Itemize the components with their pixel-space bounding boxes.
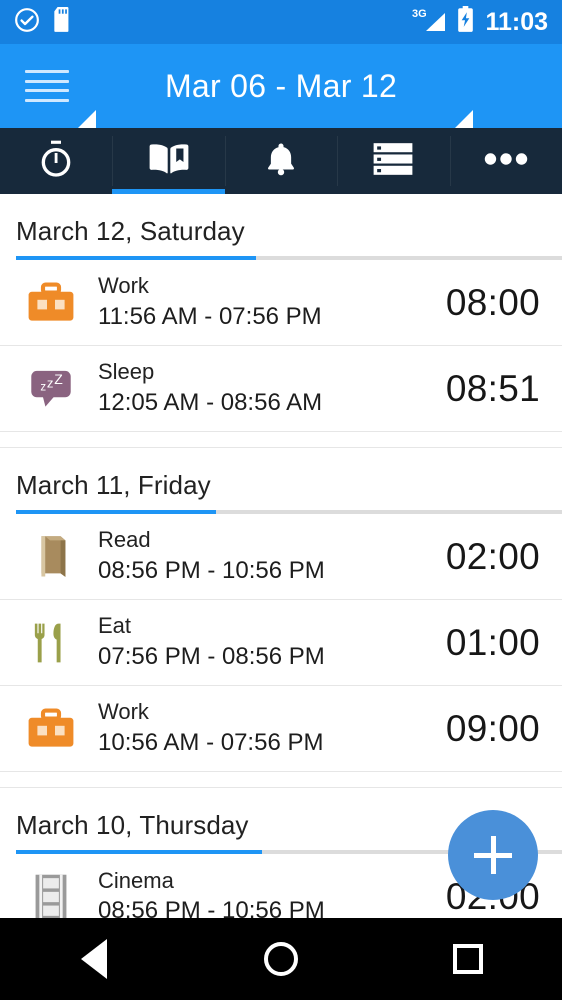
section-divider <box>0 772 562 788</box>
tab-more[interactable] <box>450 128 562 194</box>
bell-icon <box>262 139 300 184</box>
svg-text:z: z <box>40 381 46 393</box>
nav-back-button[interactable] <box>49 918 139 1000</box>
entry-row[interactable]: z z Z Sleep 12:05 AM - 08:56 AM 08:51 <box>0 346 562 432</box>
hamburger-menu-icon[interactable] <box>25 68 69 104</box>
section-divider <box>0 432 562 448</box>
signal-icon: 3G <box>412 7 446 38</box>
sd-card-icon <box>52 7 74 38</box>
film-strip-icon <box>22 868 80 918</box>
entry-list[interactable]: March 12, Saturday Work 11:56 AM - 07:56… <box>0 194 562 918</box>
entry-title: Sleep <box>98 359 436 385</box>
add-entry-fab[interactable] <box>448 810 538 900</box>
status-bar-right-icons: 3G 11:03 <box>412 6 548 38</box>
sleep-icon: z z Z <box>22 360 80 418</box>
plus-icon-vertical <box>491 836 496 874</box>
entry-time-range: 08:56 PM - 10:56 PM <box>98 555 436 586</box>
recents-square-icon <box>453 944 483 974</box>
tab-list[interactable] <box>337 128 449 194</box>
battery-charging-icon <box>456 6 475 38</box>
entry-duration: 01:00 <box>436 622 540 664</box>
status-bar: 3G 11:03 <box>0 0 562 44</box>
entry-duration: 02:00 <box>436 536 540 578</box>
list-icon <box>372 141 414 182</box>
entry-text: Sleep 12:05 AM - 08:56 AM <box>80 359 436 418</box>
entry-title: Work <box>98 273 436 299</box>
svg-text:z: z <box>47 375 54 390</box>
tab-alarm[interactable] <box>225 128 337 194</box>
entry-duration: 09:00 <box>436 708 540 750</box>
stopwatch-icon <box>36 139 76 184</box>
entry-row[interactable]: Work 10:56 AM - 07:56 PM 09:00 <box>0 686 562 772</box>
entry-duration: 08:00 <box>436 282 540 324</box>
left-range-marker-icon <box>78 110 96 128</box>
entry-text: Eat 07:56 PM - 08:56 PM <box>80 613 436 672</box>
network-type-label: 3G <box>412 8 427 20</box>
app-bar: Mar 06 - Mar 12 <box>0 44 562 128</box>
book-icon <box>146 139 192 184</box>
entry-text: Work 11:56 AM - 07:56 PM <box>80 273 436 332</box>
entry-time-range: 12:05 AM - 08:56 AM <box>98 387 436 418</box>
tab-bar <box>0 128 562 194</box>
status-bar-clock: 11:03 <box>485 10 548 35</box>
back-triangle-icon <box>81 939 107 979</box>
entry-row[interactable]: Read 08:56 PM - 10:56 PM 02:00 <box>0 514 562 600</box>
svg-text:Z: Z <box>54 371 63 387</box>
tab-stopwatch[interactable] <box>0 128 112 194</box>
entry-row[interactable]: Eat 07:56 PM - 08:56 PM 01:00 <box>0 600 562 686</box>
day-header-label: March 11, Friday <box>16 470 562 501</box>
android-nav-bar <box>0 918 562 1000</box>
entry-time-range: 11:56 AM - 07:56 PM <box>98 301 436 332</box>
check-circle-icon <box>14 7 40 38</box>
fork-knife-icon <box>22 614 80 672</box>
briefcase-icon <box>22 700 80 758</box>
day-header-label: March 12, Saturday <box>16 216 562 247</box>
nav-home-button[interactable] <box>236 918 326 1000</box>
entry-duration: 08:51 <box>436 368 540 410</box>
entry-text: Work 10:56 AM - 07:56 PM <box>80 699 436 758</box>
entry-title: Eat <box>98 613 436 639</box>
entry-text: Cinema 08:56 PM - 10:56 PM <box>80 868 436 918</box>
entry-row[interactable]: Work 11:56 AM - 07:56 PM 08:00 <box>0 260 562 346</box>
briefcase-icon <box>22 274 80 332</box>
entry-text: Read 08:56 PM - 10:56 PM <box>80 527 436 586</box>
day-header: March 12, Saturday <box>0 194 562 260</box>
phone-screen: 3G 11:03 Mar 06 - Mar 12 <box>0 0 562 1000</box>
home-circle-icon <box>264 942 298 976</box>
entry-time-range: 10:56 AM - 07:56 PM <box>98 727 436 758</box>
entry-title: Work <box>98 699 436 725</box>
nav-recents-button[interactable] <box>423 918 513 1000</box>
entry-time-range: 07:56 PM - 08:56 PM <box>98 641 436 672</box>
entry-title: Read <box>98 527 436 553</box>
right-range-marker-icon <box>455 110 473 128</box>
overflow-menu-icon <box>484 152 528 171</box>
status-bar-left-icons <box>14 7 74 38</box>
entry-time-range: 08:56 PM - 10:56 PM <box>98 895 436 918</box>
book-brown-icon <box>22 528 80 586</box>
day-header: March 11, Friday <box>0 448 562 514</box>
tab-diary[interactable] <box>112 128 224 194</box>
entry-title: Cinema <box>98 868 436 894</box>
